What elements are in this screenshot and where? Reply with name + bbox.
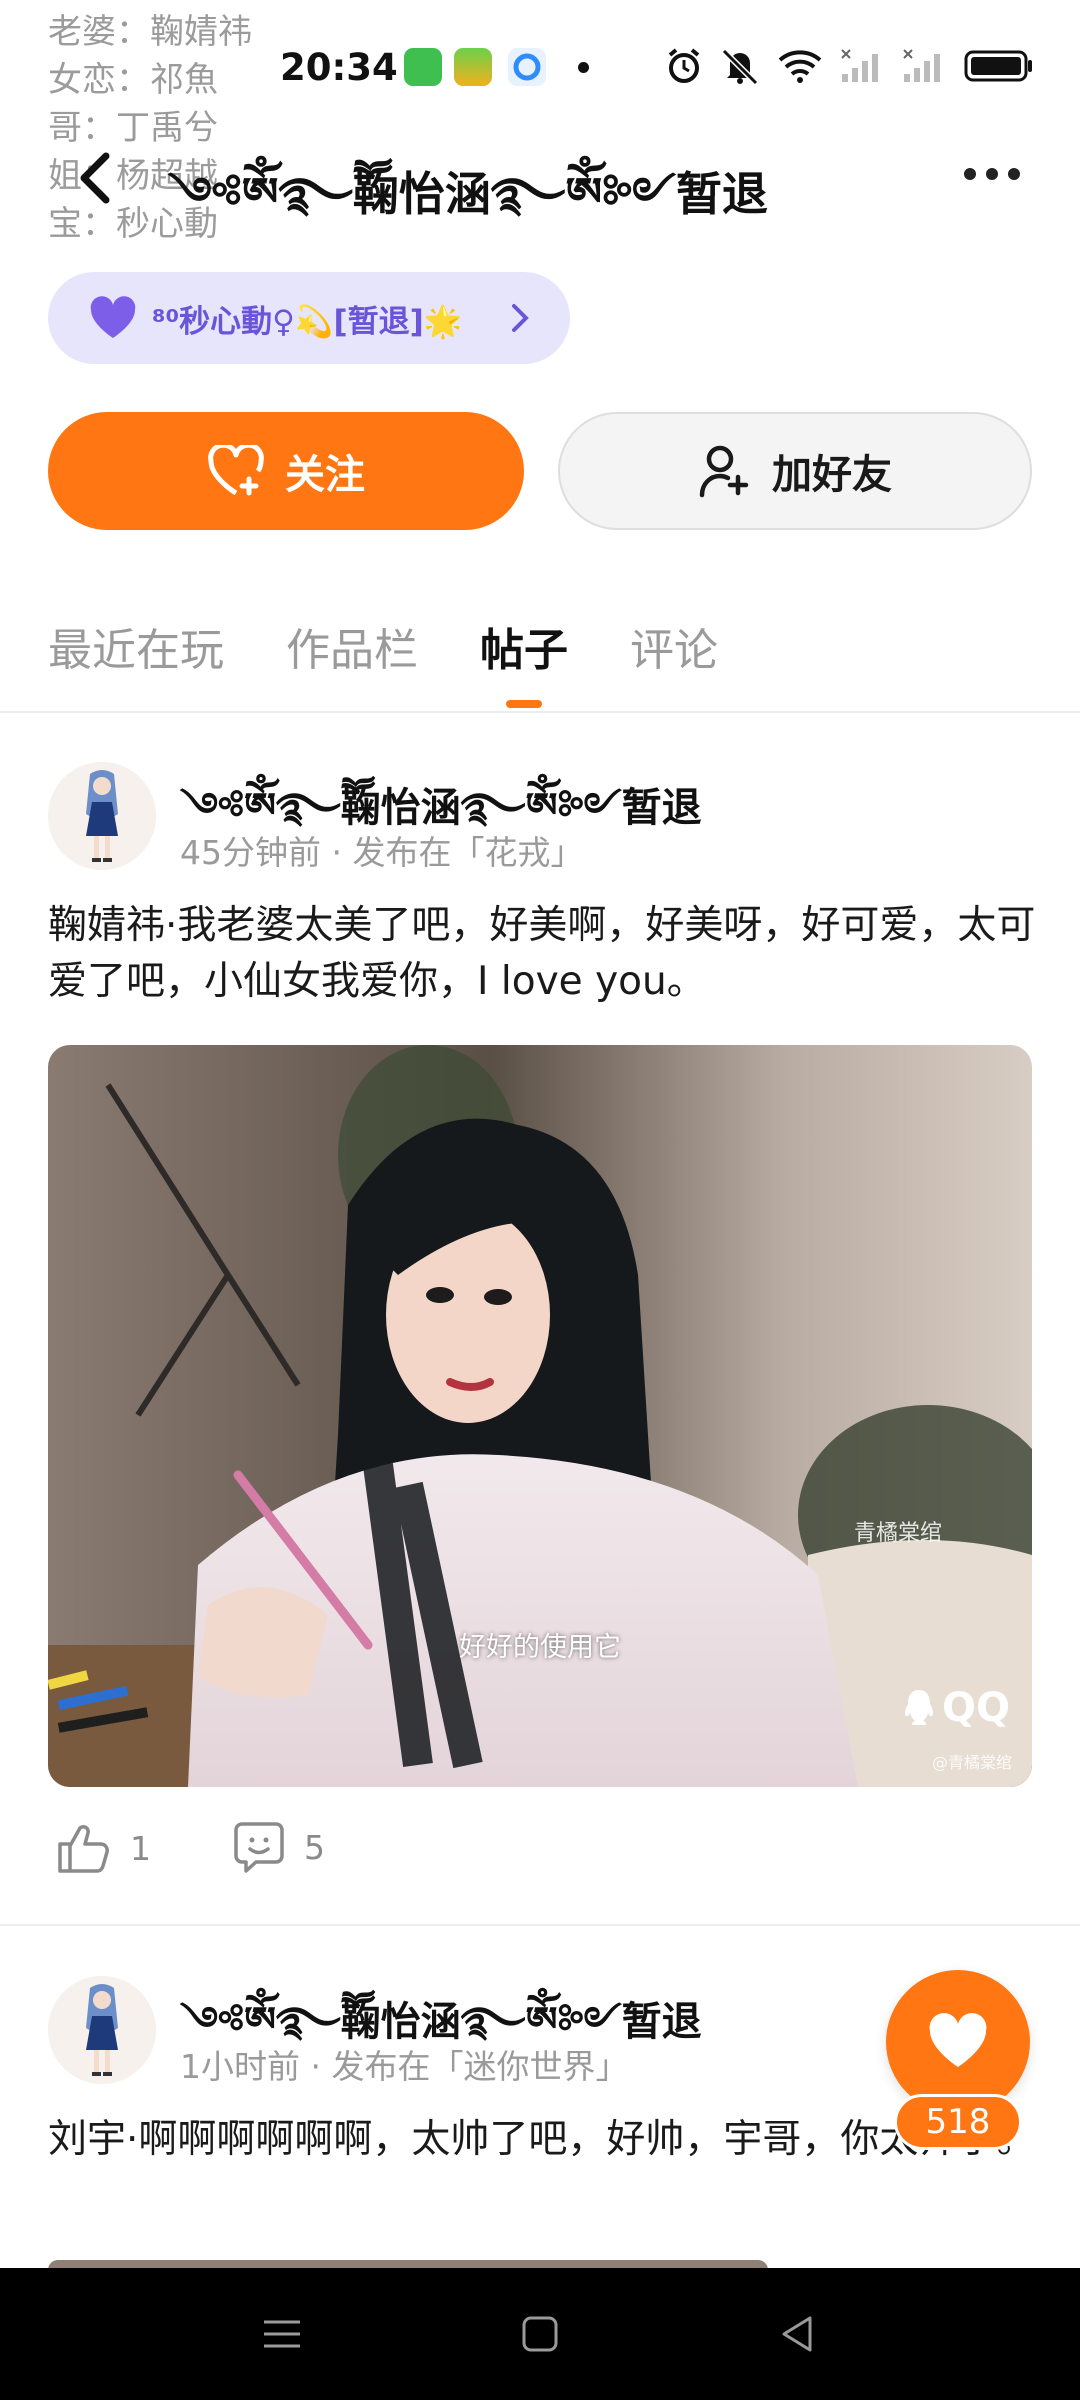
post-meta: 1小时前 · 发布在「迷你世界」	[180, 2047, 629, 2086]
system-navigation-bar	[0, 2268, 1080, 2400]
mute-icon	[721, 48, 759, 85]
tab-label: 帖子	[480, 625, 568, 676]
title-badge[interactable]: ⁸⁰秒心動♀💫[暂退]🌟	[48, 272, 570, 364]
add-friend-button[interactable]: 加好友	[558, 412, 1032, 530]
post-card[interactable]: ༺ༀ࿐ཽ鞠怡涵࿐ༀ༻暂退 45分钟前 · 发布在「花戎」 鞠婧祎·我老婆太美了吧…	[0, 712, 1080, 1922]
like-action[interactable]: 1	[56, 1822, 151, 1874]
thumbs-up-icon	[58, 1825, 109, 1873]
chevron-right-icon	[512, 304, 529, 332]
qq-label: QQ	[941, 1685, 1010, 1731]
post-body: 鞠婧祎·我老婆太美了吧，好美啊，好美呀，好可爱，太可爱了吧，小仙女我爱你，I l…	[48, 903, 1036, 1004]
alarm-icon	[668, 48, 700, 83]
status-time: 20:34	[280, 46, 398, 89]
app-green-icon	[404, 48, 442, 86]
add-user-icon	[699, 445, 749, 498]
image-handle: @青橘棠绾	[931, 1753, 1012, 1772]
bio-line: 老婆：鞠婧祎	[48, 12, 252, 52]
heart-icon	[90, 296, 136, 338]
avatar[interactable]	[48, 762, 156, 870]
tab-label: 最近在玩	[48, 625, 224, 676]
app-game-icon	[454, 48, 492, 86]
signal-1-icon	[841, 49, 878, 82]
photo-of-woman	[48, 1045, 1032, 1787]
image-watermark: 青橘棠绾	[853, 1521, 942, 1546]
bio-line: 女恋：祁魚	[48, 60, 218, 100]
comment-count: 5	[304, 1827, 325, 1867]
like-count: 1	[130, 1828, 151, 1868]
follow-label: 关注	[285, 452, 365, 498]
tab-active-indicator	[506, 700, 542, 708]
system-icons	[666, 44, 1034, 88]
back-arrow-icon	[80, 152, 110, 204]
heart-plus-icon	[208, 445, 264, 496]
image-caption: 好好的使用它	[459, 1632, 621, 1663]
nav-home-button[interactable]	[518, 2312, 562, 2356]
avatar[interactable]	[48, 1976, 156, 2084]
post-meta: 45分钟前 · 发布在「花戎」	[180, 833, 584, 872]
tab-posts[interactable]: 帖子	[480, 614, 568, 708]
qq-penguin-icon	[904, 1690, 934, 1725]
home-square-icon	[522, 2316, 558, 2352]
more-dot	[964, 168, 976, 180]
follow-button[interactable]: 关注	[48, 412, 524, 530]
battery-icon	[964, 50, 1032, 82]
menu-icon	[264, 2320, 300, 2348]
anime-girl-avatar-icon	[48, 1976, 156, 2084]
floating-like-button[interactable]	[886, 1970, 1030, 2114]
tab-bar: 最近在玩 作品栏 帖子 评论	[48, 614, 718, 708]
add-friend-label: 加好友	[772, 452, 892, 498]
more-dot	[986, 168, 998, 180]
back-triangle-icon	[782, 2316, 812, 2352]
back-button[interactable]	[70, 150, 120, 206]
app-browser-icon	[508, 48, 546, 86]
tab-label: 评论	[630, 625, 718, 676]
nav-menu-button[interactable]	[260, 2312, 304, 2356]
post-image[interactable]: 青橘棠绾 好好的使用它 QQ @青橘棠绾	[48, 1045, 1032, 1787]
post-body: 刘宇·啊啊啊啊啊啊，太帅了吧，好帅，宇哥，你太帅了。	[48, 2117, 1036, 2162]
anime-girl-avatar-icon	[48, 762, 156, 870]
more-options-button[interactable]	[964, 168, 1020, 188]
tab-recently-played[interactable]: 最近在玩	[48, 614, 224, 704]
badge-text: ⁸⁰秒心動♀💫[暂退]🌟	[152, 303, 463, 340]
tab-works[interactable]: 作品栏	[286, 614, 418, 704]
comment-action[interactable]: 5	[232, 1820, 325, 1874]
qq-brand: QQ	[902, 1685, 1010, 1731]
nav-back-button[interactable]	[776, 2312, 820, 2356]
tab-comments[interactable]: 评论	[630, 614, 718, 704]
notification-dot	[578, 62, 589, 73]
signal-2-icon	[903, 49, 940, 82]
tab-label: 作品栏	[286, 625, 418, 676]
comment-icon	[234, 1822, 284, 1873]
floating-like-count: 518	[894, 2094, 1022, 2150]
page-title: ༺ༀ࿐ཽ鞠怡涵࿐ༀ༻暂退	[168, 167, 768, 221]
heart-icon	[929, 2013, 987, 2067]
wifi-icon	[778, 50, 822, 83]
more-dot	[1008, 168, 1020, 180]
